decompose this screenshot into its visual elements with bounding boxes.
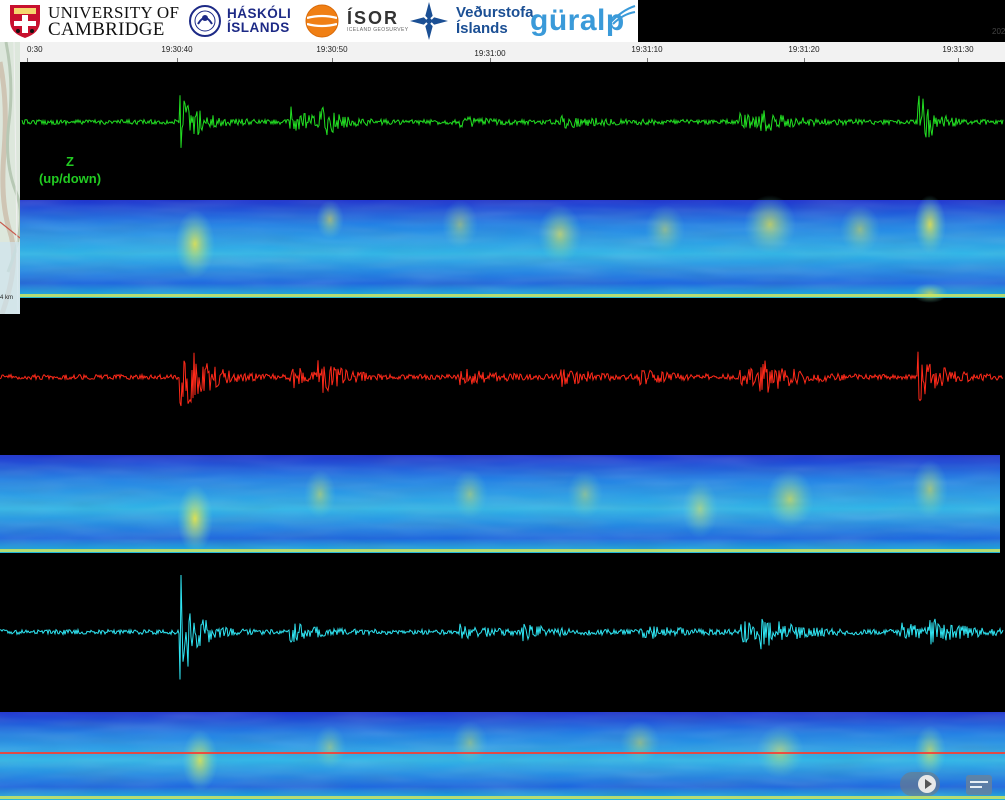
time-tick-mark bbox=[177, 58, 178, 62]
time-tick-label: 19:30:40 bbox=[161, 45, 193, 54]
z-trace bbox=[21, 95, 1004, 148]
isor-logo: ÍSOR ICELAND GEOSURVEY bbox=[304, 0, 408, 42]
hi-logo: HÁSKÓLI ÍSLANDS bbox=[188, 0, 291, 42]
z-channel-label: Z (up/down) bbox=[30, 153, 110, 187]
captions-icon-line bbox=[970, 786, 982, 788]
time-ruler-edge-label: 202 bbox=[992, 27, 1005, 36]
isor-name: ÍSOR bbox=[347, 8, 400, 28]
cambridge-shield-icon bbox=[10, 5, 40, 38]
time-tick-label: 19:31:20 bbox=[788, 45, 820, 54]
time-tick-mark bbox=[804, 58, 805, 62]
z-channel-desc: (up/down) bbox=[38, 171, 102, 186]
time-tick-label: 19:30:50 bbox=[316, 45, 348, 54]
playhead-line bbox=[0, 752, 1005, 754]
time-tick-mark bbox=[332, 58, 333, 62]
time-tick-label: 0:30 bbox=[27, 45, 43, 54]
vedur-line2: Íslands bbox=[456, 20, 508, 37]
isor-ball-icon bbox=[305, 4, 339, 38]
time-tick-label: 19:31:10 bbox=[631, 45, 663, 54]
guralp-waves-icon bbox=[607, 5, 635, 25]
hi-line2: ÍSLANDS bbox=[227, 20, 290, 35]
vedur-logo: Veðurstofa Íslands bbox=[408, 0, 534, 42]
captions-icon bbox=[970, 781, 988, 783]
n-spectrogram bbox=[0, 455, 1000, 553]
map-terrain bbox=[0, 42, 20, 314]
play-icon bbox=[924, 779, 932, 789]
logo-banner: UNIVERSITY OF CAMBRIDGE HÁSKÓLI ÍSLANDS bbox=[0, 0, 638, 42]
time-tick-mark bbox=[27, 58, 28, 62]
map-scale-label: 4 km bbox=[0, 295, 14, 301]
n-trace bbox=[0, 351, 1004, 407]
e-trace bbox=[0, 574, 1004, 680]
seismogram-canvas bbox=[0, 95, 1005, 800]
time-tick-label: 19:31:00 bbox=[474, 49, 506, 58]
time-tick-label: 19:31:30 bbox=[942, 45, 974, 54]
z-spectrogram bbox=[20, 195, 1005, 303]
play-button[interactable] bbox=[918, 775, 936, 793]
cambridge-logo: UNIVERSITY OF CAMBRIDGE bbox=[8, 0, 179, 42]
guralp-logo: güralp bbox=[530, 0, 635, 42]
captions-button[interactable] bbox=[966, 775, 992, 795]
z-channel-name: Z bbox=[66, 154, 74, 169]
hi-seal-icon bbox=[189, 5, 221, 37]
seismogram-viewer: 0:30 19:30:40 19:30:50 19:31:00 19:31:10 19:3… bbox=[0, 0, 1005, 800]
vedur-line1: Veðurstofa bbox=[456, 4, 534, 21]
e-spectrogram bbox=[0, 712, 1005, 800]
time-tick-mark bbox=[647, 58, 648, 62]
isor-subtitle: ICELAND GEOSURVEY bbox=[347, 27, 409, 33]
hi-line1: HÁSKÓLI bbox=[227, 6, 292, 21]
cambridge-line2: CAMBRIDGE bbox=[48, 19, 165, 40]
time-tick-mark bbox=[490, 58, 491, 62]
time-tick-mark bbox=[958, 58, 959, 62]
map-inset[interactable] bbox=[0, 42, 20, 314]
play-toggle[interactable] bbox=[900, 772, 940, 796]
vedur-star-icon bbox=[410, 2, 448, 40]
